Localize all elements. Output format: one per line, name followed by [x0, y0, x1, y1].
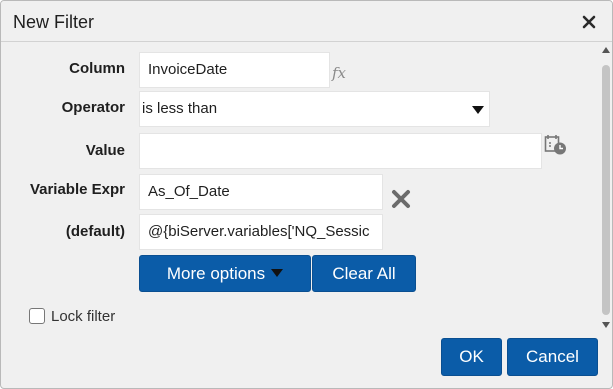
operator-selected-value: is less than	[142, 100, 218, 117]
scroll-up-arrow-icon[interactable]	[602, 47, 610, 53]
default-expression-field[interactable]: @{biServer.variables['NQ_Sessic	[139, 214, 383, 250]
new-filter-dialog: New Filter Column InvoiceDate fx Operato…	[0, 0, 613, 389]
column-label: Column	[69, 60, 125, 77]
lock-filter-checkbox[interactable]	[29, 308, 45, 324]
variable-expr-field[interactable]: As_Of_Date	[139, 174, 383, 210]
ok-button[interactable]: OK	[441, 338, 502, 376]
variable-expr-label: Variable Expr	[29, 181, 125, 198]
cancel-button[interactable]: Cancel	[507, 338, 598, 376]
operator-label: Operator	[61, 99, 125, 116]
more-options-label: More options	[166, 264, 266, 283]
scroll-thumb[interactable]	[602, 65, 610, 315]
default-label: (default)	[65, 223, 125, 240]
chevron-down-icon	[271, 269, 284, 277]
more-options-button[interactable]: More options	[139, 255, 311, 292]
dialog-titlebar: New Filter	[1, 1, 612, 42]
remove-x-icon[interactable]	[390, 188, 412, 210]
close-icon[interactable]	[579, 12, 599, 32]
value-field[interactable]	[139, 133, 542, 169]
clear-all-button[interactable]: Clear All	[312, 255, 416, 292]
lock-filter-label: Lock filter	[51, 308, 116, 325]
operator-select[interactable]: is less than	[139, 91, 490, 127]
chevron-down-icon[interactable]	[472, 106, 484, 114]
vertical-scrollbar[interactable]	[599, 43, 612, 333]
scroll-down-arrow-icon[interactable]	[602, 322, 610, 328]
calendar-icon[interactable]	[544, 134, 568, 156]
column-field[interactable]: InvoiceDate	[139, 52, 330, 88]
value-label: Value	[85, 142, 125, 159]
dialog-title: New Filter	[13, 12, 95, 32]
fx-icon[interactable]: fx	[332, 64, 346, 82]
